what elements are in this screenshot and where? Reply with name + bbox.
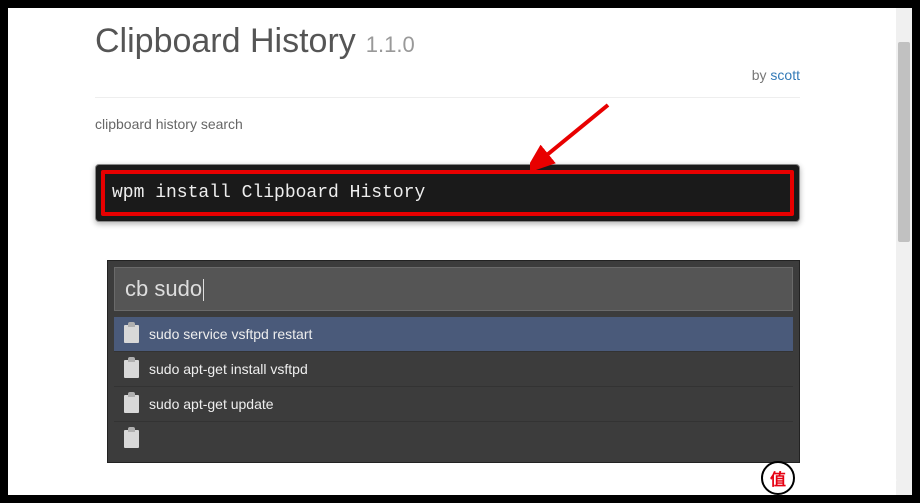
watermark: 值 什么值得买 xyxy=(761,461,898,495)
list-item[interactable]: sudo apt-get update xyxy=(114,387,793,422)
version-label: 1.1.0 xyxy=(366,32,415,58)
byline: by scott xyxy=(95,67,800,83)
clipboard-panel: cb sudo sudo service vsftpd restart sudo… xyxy=(107,260,800,463)
text-caret xyxy=(203,279,204,301)
clipboard-icon xyxy=(124,325,139,343)
title-row: Clipboard History 1.1.0 xyxy=(95,22,800,61)
item-text: sudo service vsftpd restart xyxy=(149,326,312,342)
clipboard-icon xyxy=(124,395,139,413)
item-text: sudo apt-get update xyxy=(149,396,274,412)
install-command-box[interactable]: wpm install Clipboard History xyxy=(95,164,800,222)
clipboard-icon xyxy=(124,430,139,448)
by-label: by xyxy=(752,67,767,83)
watermark-text: 什么值得买 xyxy=(803,465,898,491)
author-link[interactable]: scott xyxy=(770,67,800,83)
list-item[interactable]: sudo apt-get install vsftpd xyxy=(114,352,793,387)
divider xyxy=(95,97,800,98)
clipboard-search-input[interactable]: cb sudo xyxy=(114,267,793,311)
list-item[interactable]: sudo service vsftpd restart xyxy=(114,317,793,352)
description-text: clipboard history search xyxy=(95,116,800,132)
clipboard-list: sudo service vsftpd restart sudo apt-get… xyxy=(114,317,793,456)
clipboard-icon xyxy=(124,360,139,378)
watermark-badge: 值 xyxy=(761,461,795,495)
page-title: Clipboard History xyxy=(95,22,356,61)
list-item[interactable] xyxy=(114,422,793,456)
scrollbar-thumb[interactable] xyxy=(898,42,910,242)
search-value: cb sudo xyxy=(125,276,202,301)
main-content: Clipboard History 1.1.0 by scott clipboa… xyxy=(95,22,800,463)
item-text: sudo apt-get install vsftpd xyxy=(149,361,308,377)
install-command-text: wpm install Clipboard History xyxy=(112,183,425,203)
